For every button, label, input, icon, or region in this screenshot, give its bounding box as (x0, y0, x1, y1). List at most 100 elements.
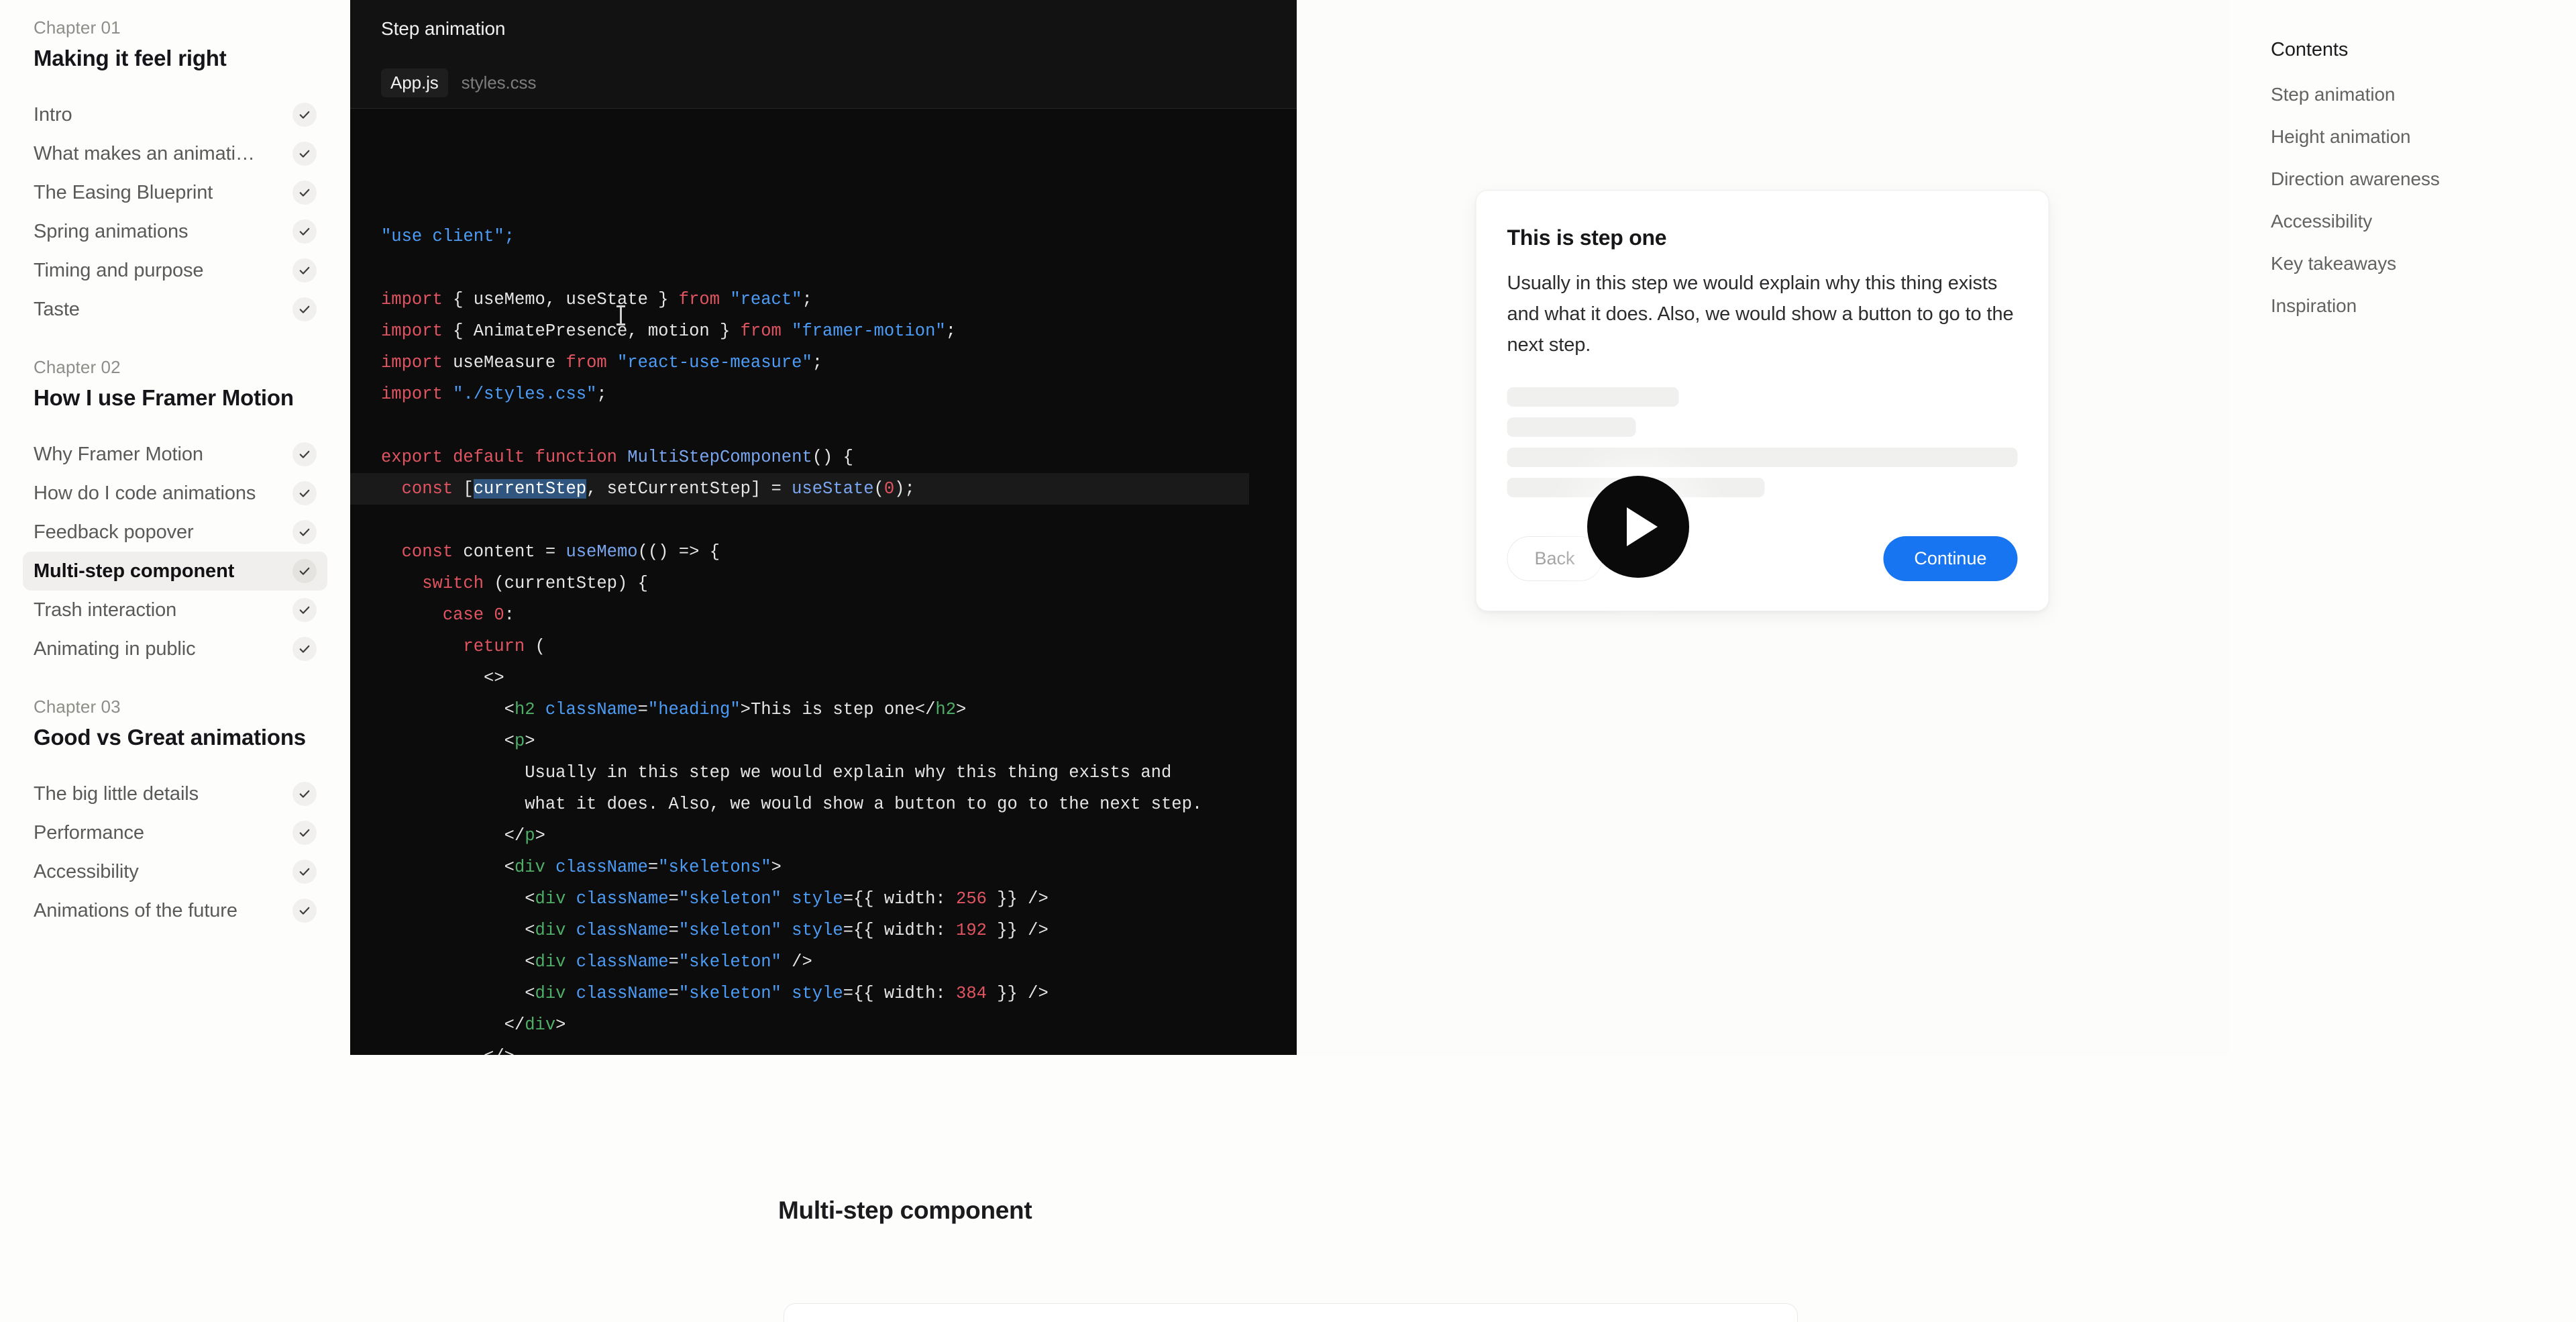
code-token: div (535, 984, 566, 1003)
continue-button[interactable]: Continue (1883, 536, 2018, 581)
check-icon (292, 103, 317, 127)
check-icon (292, 782, 317, 806)
sidebar-item-performance[interactable]: Performance (23, 813, 327, 852)
page-root: Chapter 01 Making it feel right Intro What … (0, 0, 2576, 1322)
contents-item-step-animation[interactable]: Step animation (2271, 84, 2559, 105)
file-tab-styles-css[interactable]: styles.css (452, 68, 546, 97)
sidebar-item-animating-in-public[interactable]: Animating in public (23, 629, 327, 668)
contents-item-height-animation[interactable]: Height animation (2271, 126, 2559, 148)
check-icon (292, 520, 317, 544)
code-token: > (535, 826, 545, 846)
check-icon (292, 598, 317, 622)
check-icon (292, 181, 317, 205)
file-tab-app-js[interactable]: App.js (381, 68, 448, 97)
code-token: className (545, 700, 638, 719)
sidebar-item-accessibility[interactable]: Accessibility (23, 852, 327, 891)
sidebar-chapter: Chapter 02 How I use Framer Motion Why Fra… (23, 357, 327, 668)
code-line: import "./styles.css"; (350, 378, 1297, 410)
code-token: = (668, 921, 679, 940)
code-token: h2 (514, 700, 535, 719)
contents-item-inspiration[interactable]: Inspiration (2271, 295, 2559, 317)
code-token: const (401, 479, 453, 499)
code-token: , setCurrentStep] = (586, 479, 792, 499)
contents-item-accessibility[interactable]: Accessibility (2271, 211, 2559, 232)
code-token: ( (525, 637, 545, 656)
back-button[interactable]: Back (1507, 536, 1603, 581)
sidebar-item-feedback-popover[interactable]: Feedback popover (23, 513, 327, 552)
code-token: "heading" (647, 700, 741, 719)
code-line: <div className="skeleton" style={{ width… (350, 883, 1297, 915)
code-token: export default function (381, 448, 628, 467)
code-token: 256 (956, 889, 987, 909)
sidebar-item-multi-step-component[interactable]: Multi-step component (23, 552, 327, 591)
code-line: </p> (350, 820, 1297, 852)
skeleton-placeholder-group (1507, 387, 2018, 497)
step-card-actions: Back Continue (1507, 536, 2018, 581)
course-sidebar: Chapter 01 Making it feel right Intro What … (0, 0, 350, 1322)
widget-header: Step animation (350, 0, 1297, 58)
play-button[interactable] (1587, 476, 1689, 578)
sidebar-item-the-easing-blueprint[interactable]: The Easing Blueprint (23, 173, 327, 212)
code-token: ( (873, 479, 884, 499)
code-token: }} /> (986, 984, 1049, 1003)
code-token: ; (812, 353, 823, 372)
check-icon (292, 481, 317, 505)
skeleton-bar (1507, 387, 1679, 407)
sidebar-item-why-framer-motion[interactable]: Why Framer Motion (23, 435, 327, 474)
sidebar-item-label: Animations of the future (34, 899, 237, 921)
check-icon (292, 821, 317, 845)
contents-list: Step animation Height animation Direction … (2271, 84, 2559, 317)
chapter-kicker: Chapter 01 (34, 17, 121, 38)
code-token: switch (422, 574, 484, 593)
sidebar-item-animations-of-the-future[interactable]: Animations of the future (23, 891, 327, 930)
code-token: 0 (494, 605, 504, 625)
code-editor-pane: App.js styles.css "use client"; import { … (350, 58, 1297, 1055)
below-fold-card (784, 1303, 1798, 1322)
code-token: className (576, 921, 669, 940)
code-line: <div className="skeleton" /> (350, 946, 1297, 978)
code-token: "skeleton" (678, 921, 782, 940)
chapter-kicker: Chapter 02 (34, 357, 121, 377)
code-token: (currentStep) { (484, 574, 648, 593)
code-token: : (504, 605, 515, 625)
check-icon (292, 297, 317, 321)
sidebar-item-intro[interactable]: Intro (23, 95, 327, 134)
code-token: import (381, 353, 443, 372)
sidebar-item-trash-interaction[interactable]: Trash interaction (23, 591, 327, 629)
code-text[interactable]: "use client"; import { useMemo, useState… (350, 109, 1297, 1055)
sidebar-chapter: Chapter 01 Making it feel right Intro What … (23, 17, 327, 329)
sidebar-item-label: Spring animations (34, 220, 189, 242)
sidebar-item-what-makes-an-animation[interactable]: What makes an animation ... (23, 134, 327, 173)
code-token: ={{ width: (843, 984, 957, 1003)
code-line: "use client"; (350, 221, 1297, 252)
contents-sidebar: Contents Step animation Height animation D… (2271, 39, 2559, 338)
code-line: import useMeasure from "react-use-measur… (350, 347, 1297, 378)
sidebar-item-how-do-i-code-animations[interactable]: How do I code animations (23, 474, 327, 513)
code-token: import (381, 290, 443, 309)
code-line: import { useMemo, useState } from "react… (350, 284, 1297, 315)
code-selection[interactable]: currentStep (473, 479, 587, 499)
code-line: <p> (350, 725, 1297, 757)
code-token: className (555, 858, 648, 877)
contents-title: Contents (2271, 39, 2349, 60)
sidebar-item-taste[interactable]: Taste (23, 290, 327, 329)
code-token: { useMemo, useState } (442, 290, 679, 309)
code-token: import (381, 321, 443, 341)
sidebar-item-the-big-little-details[interactable]: The big little details (23, 774, 327, 813)
code-token: () { (812, 448, 853, 467)
chapter-title: Good vs Great animations (34, 725, 306, 750)
sidebar-item-timing-and-purpose[interactable]: Timing and purpose (23, 251, 327, 290)
live-preview-pane: This is step one Usually in this step we… (1297, 0, 2229, 1055)
code-token: < (381, 731, 515, 751)
contents-item-direction-awareness[interactable]: Direction awareness (2271, 168, 2559, 190)
contents-item-key-takeaways[interactable]: Key takeaways (2271, 253, 2559, 274)
sidebar-item-spring-animations[interactable]: Spring animations (23, 212, 327, 251)
code-token: = (668, 889, 679, 909)
